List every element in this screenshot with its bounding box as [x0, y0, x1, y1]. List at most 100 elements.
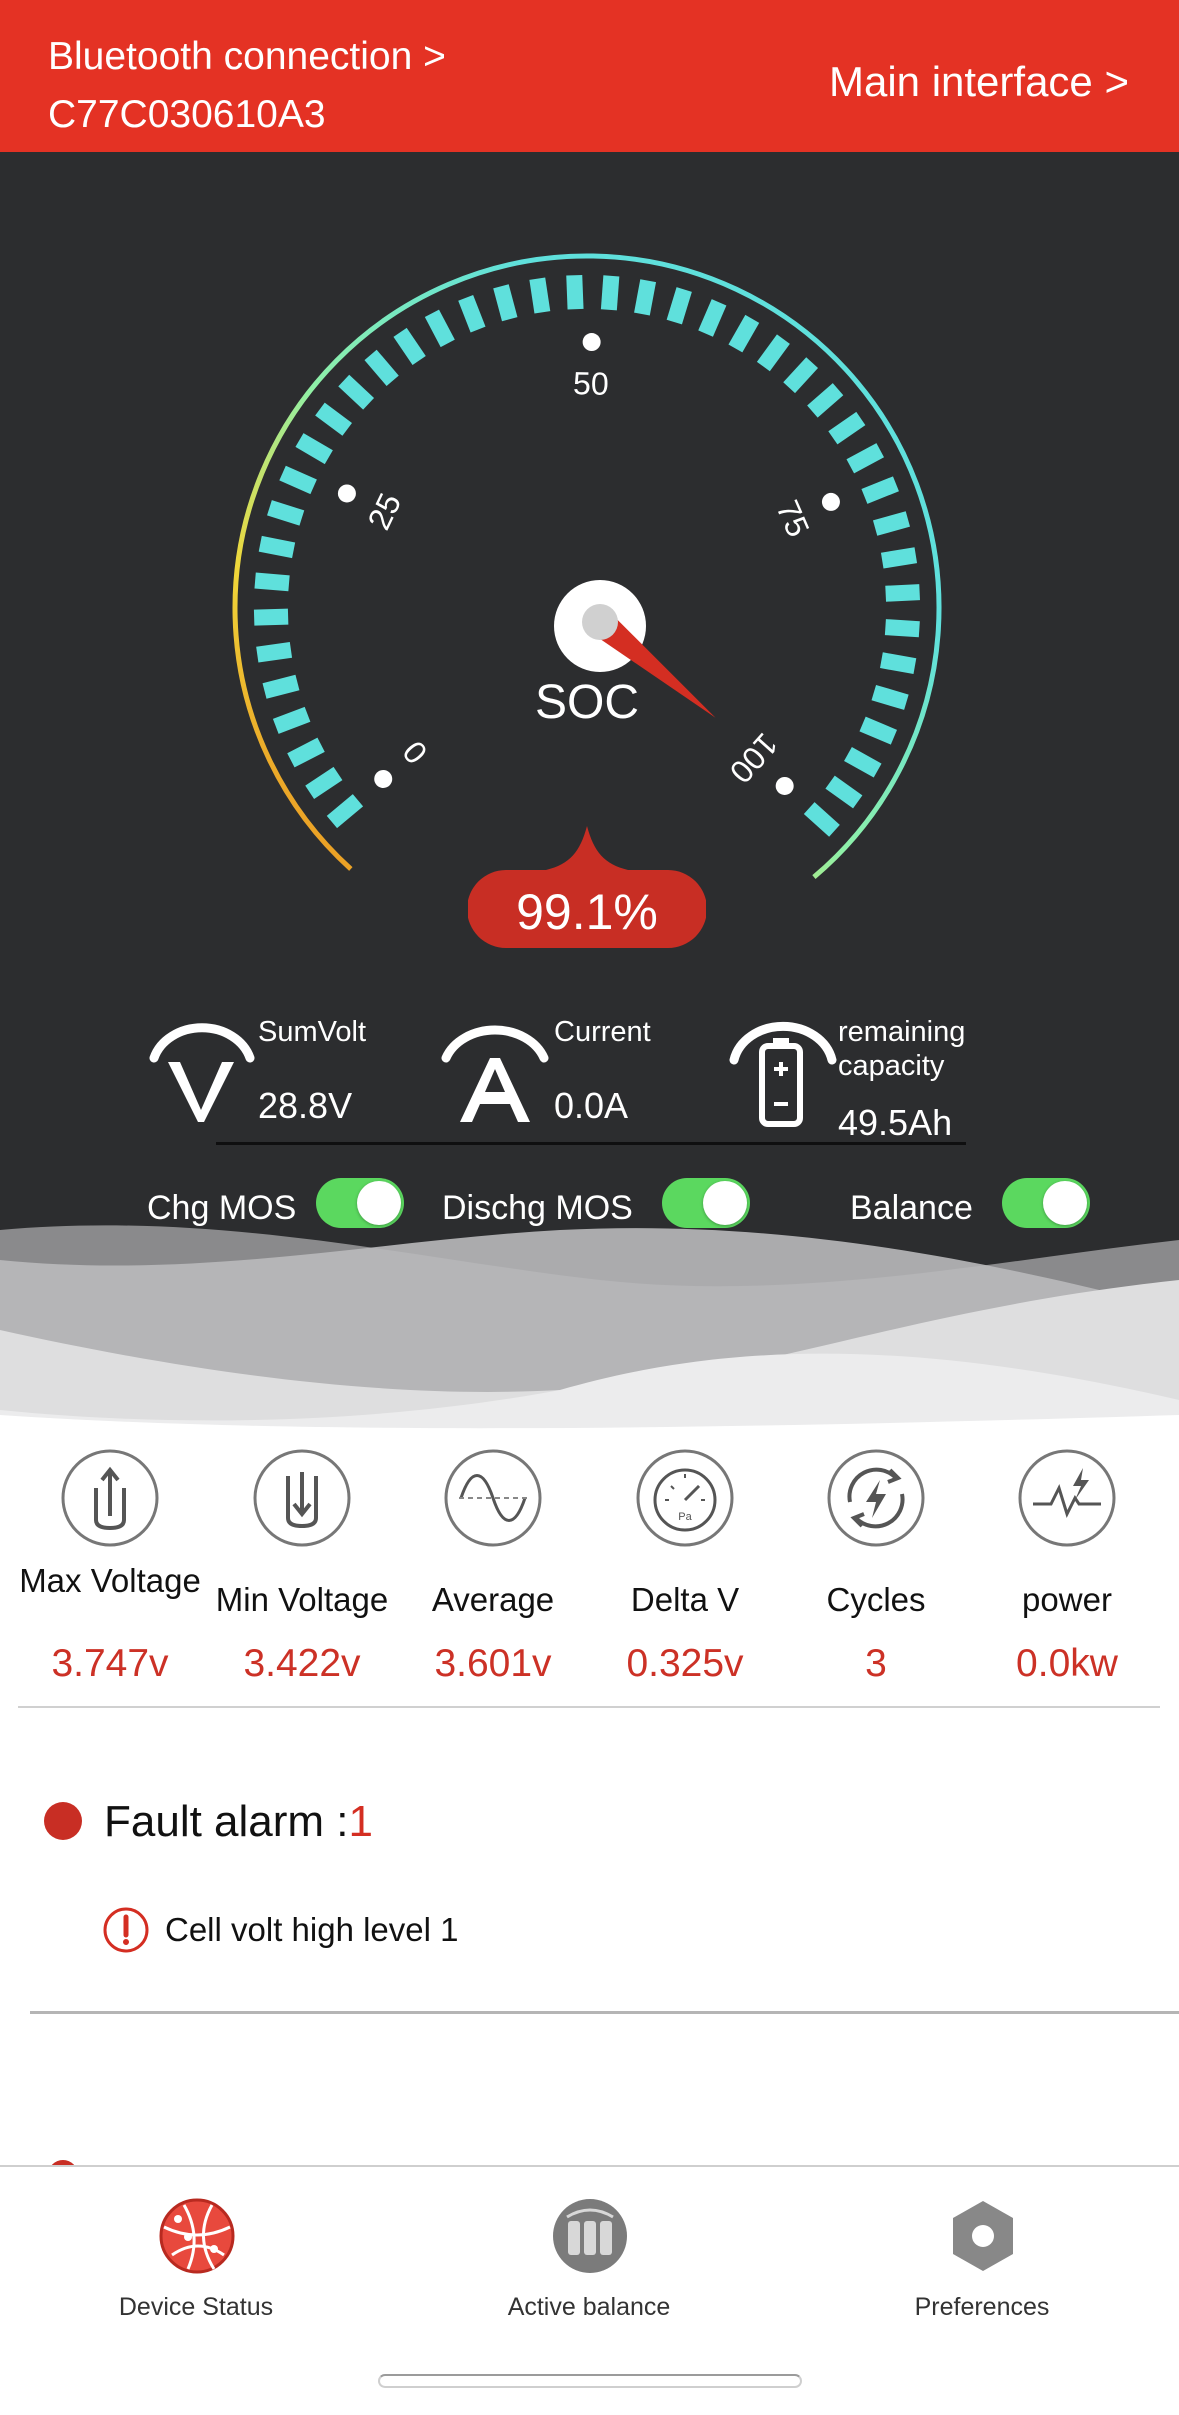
gauge-tick-bar: [756, 334, 790, 372]
gauge-tick-label: 75: [769, 495, 816, 542]
tab-active-balance[interactable]: Active balance: [439, 2185, 739, 2385]
gauge-tick-bar: [279, 465, 317, 495]
power-value: 0.0kw: [1016, 1642, 1118, 1685]
gauge-tick-label: 0: [395, 734, 434, 771]
tab-device-status-label: Device Status: [118, 2293, 274, 2321]
top-header: Bluetooth connection > C77C030610A3 Main…: [0, 0, 1179, 152]
delta-v-value: 0.325v: [626, 1642, 744, 1685]
max-voltage-value: 3.747v: [51, 1642, 169, 1685]
gauge-tick-bar: [807, 383, 844, 418]
max-voltage-icon: [61, 1449, 159, 1547]
gauge-tick-dot: [775, 776, 794, 795]
gauge-tick-label: 100: [723, 726, 785, 790]
fault-status-dot: [44, 1802, 82, 1840]
gauge-tick-bar: [287, 737, 325, 768]
tab-preferences-label: Preferences: [914, 2293, 1050, 2321]
device-id: C77C030610A3: [48, 93, 326, 136]
power-icon: [1018, 1449, 1116, 1547]
gauge-tick-label: 25: [360, 488, 408, 536]
gauge-tick-bar: [825, 775, 863, 809]
power-label: power: [1022, 1581, 1112, 1618]
gauge-tick-bar: [393, 327, 426, 366]
bluetooth-connection-label: Bluetooth connection >: [48, 35, 446, 78]
soc-center-label: SOC: [535, 676, 639, 729]
gauge-tick-bar: [872, 511, 911, 536]
gauge-tick-bar: [859, 716, 898, 745]
gauge-tick-bar: [267, 500, 305, 526]
gauge-tick-bar: [666, 287, 692, 325]
gauge-tick-bar: [272, 706, 311, 734]
gauge-tick-bar: [338, 374, 375, 410]
gauge-tick-bar: [880, 652, 917, 674]
gauge-tick-bar: [258, 535, 296, 559]
gauge-tick-bar: [728, 314, 760, 353]
max-voltage-label: Max Voltage: [19, 1562, 201, 1599]
gauge-tick-dot: [374, 769, 393, 788]
gauge-tick-bar: [698, 299, 727, 337]
app-screen: Bluetooth connection > C77C030610A3 Main…: [0, 0, 1179, 2415]
min-voltage-value: 3.422v: [243, 1642, 361, 1685]
stats-divider: [18, 1706, 1160, 1708]
capacity-label: remaining capacity: [838, 1016, 966, 1082]
preferences-icon: [953, 2201, 1013, 2271]
average-label: Average: [431, 1581, 555, 1618]
fault-alarm-title: Fault alarm :1: [104, 1797, 373, 1847]
tab-active-balance-label: Active balance: [507, 2293, 671, 2321]
gauge-tick-bar: [828, 411, 866, 445]
main-interface-link[interactable]: Main interface >: [829, 58, 1129, 106]
min-voltage-label: Min Voltage: [215, 1581, 389, 1618]
gauge-tick-bar: [600, 275, 620, 311]
gauge-tick-bar: [880, 547, 918, 569]
home-indicator: [378, 2374, 802, 2388]
toggle-knob: [357, 1181, 401, 1225]
gauge-tick-dot: [337, 484, 356, 503]
gauge-tick-bar: [254, 572, 290, 592]
toggle-knob: [703, 1181, 747, 1225]
tab-device-status[interactable]: Device Status: [46, 2185, 346, 2385]
sumvolt-label: SumVolt: [258, 1016, 366, 1048]
active-balance-icon: [553, 2199, 627, 2273]
gauge-tick-bar: [861, 476, 899, 504]
average-value: 3.601v: [434, 1642, 552, 1685]
sumvolt-value: 28.8V: [258, 1085, 353, 1126]
tab-preferences[interactable]: Preferences: [832, 2185, 1132, 2385]
cycles-label: Cycles: [826, 1581, 926, 1618]
current-value: 0.0A: [554, 1085, 629, 1126]
svg-text:Pa: Pa: [678, 1511, 692, 1523]
needle-cap: [582, 604, 618, 640]
bluetooth-connection-link[interactable]: Bluetooth connection > C77C030610A3: [48, 28, 446, 144]
wave-decoration: [0, 1225, 1179, 1440]
capacity-value: 49.5Ah: [838, 1102, 953, 1143]
current-label: Current: [554, 1016, 651, 1048]
fault-alarm-label: Fault alarm :: [104, 1797, 349, 1846]
gauge-tick-bar: [305, 766, 343, 799]
cycles-value: 3: [865, 1642, 887, 1685]
alert-icon: [103, 1907, 149, 1953]
gauge-tick-dot: [582, 333, 601, 352]
alarm-item-text: Cell volt high level 1: [165, 1911, 459, 1948]
min-voltage-icon: [253, 1449, 351, 1547]
gauge-tick-bar: [846, 443, 885, 474]
gauge-tick-bar: [493, 284, 518, 322]
gauge-tick-dot: [821, 492, 840, 511]
device-status-icon: [159, 2198, 235, 2274]
gauge-tick-bar: [458, 294, 486, 333]
gauge-tick-bar: [253, 608, 289, 626]
gauge-tick-bar: [634, 279, 657, 316]
gauge-tick-bar: [844, 746, 882, 778]
gauge-tick-bar: [315, 402, 352, 436]
delta-v-icon: Pa: [636, 1449, 734, 1547]
soc-percentage: 99.1%: [516, 884, 658, 940]
battery-capacity-icon: [729, 1021, 837, 1127]
gauge-tick-bar: [364, 349, 399, 386]
gauge-tick-bar: [326, 794, 364, 829]
sumvolt-icon: [149, 1023, 255, 1122]
delta-v-label: Delta V: [630, 1581, 740, 1618]
cycles-icon: [827, 1449, 925, 1547]
gauge-tick-bar: [529, 277, 551, 314]
metrics-underline: [216, 1142, 966, 1145]
gauge-tick-bar: [871, 684, 909, 710]
gauge-tick-bar: [783, 357, 819, 394]
fault-divider: [30, 2011, 1179, 2014]
average-icon: [444, 1449, 542, 1547]
